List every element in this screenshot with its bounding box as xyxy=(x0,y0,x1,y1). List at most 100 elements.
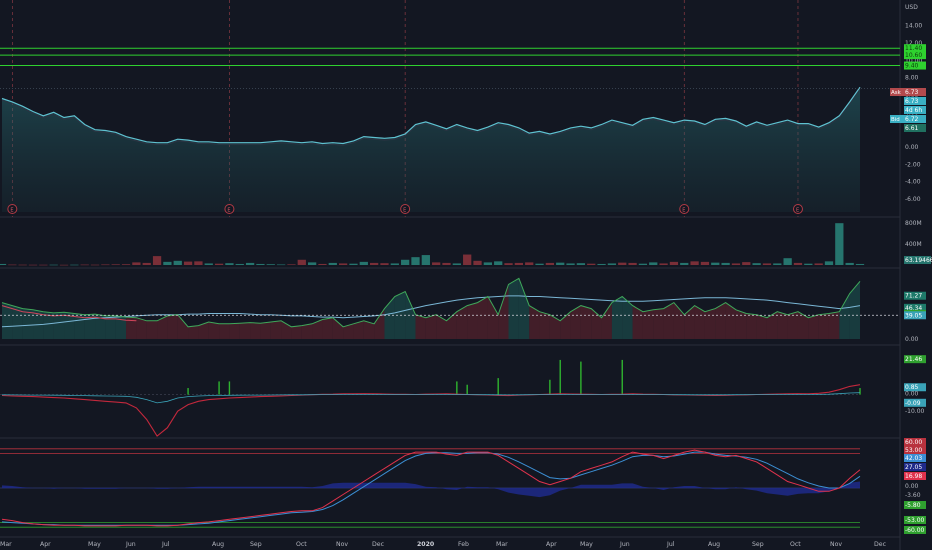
earnings-marker: E xyxy=(224,204,235,214)
volume-bar xyxy=(28,264,38,266)
earnings-marker-label: E xyxy=(796,208,799,214)
oscillator-fill xyxy=(808,314,819,339)
volume-bar xyxy=(814,263,823,265)
level-label: 9.40 xyxy=(905,63,919,70)
time-tick: Sep xyxy=(752,541,764,548)
volume-bar xyxy=(142,262,151,265)
volume-bar xyxy=(39,264,48,266)
volume-bar xyxy=(700,261,710,265)
macd-tick: -5.80 xyxy=(905,502,921,509)
volume-bar xyxy=(587,263,596,265)
volume-bar xyxy=(483,262,492,265)
volume-bar xyxy=(163,261,172,265)
price-badge-name: Ask xyxy=(891,90,902,96)
volume-bar xyxy=(8,264,17,266)
macd-tick: 60.00 xyxy=(905,439,922,446)
oscillator-fill xyxy=(746,313,757,339)
volume-bar xyxy=(535,263,544,265)
volume-tick: 800M xyxy=(905,220,922,227)
oscillator-tick: 39.05 xyxy=(905,312,922,319)
volume-bar xyxy=(173,260,182,265)
time-tick: Aug xyxy=(212,541,224,548)
volume-bar xyxy=(576,263,586,265)
oscillator-fill xyxy=(146,320,158,339)
volume-bar xyxy=(556,262,565,265)
price-badge-value: 6.73 xyxy=(905,89,919,96)
volume-bar xyxy=(266,264,275,265)
volume-bar xyxy=(411,257,420,265)
oscillator-fill xyxy=(425,314,437,339)
oscillator-fill xyxy=(777,311,788,339)
momentum-tick: 0.00 xyxy=(905,391,919,398)
volume-bar xyxy=(101,264,110,266)
volume-bar xyxy=(90,264,100,266)
volume-bar xyxy=(297,259,306,265)
volume-bar xyxy=(432,262,441,265)
oscillator-fill xyxy=(611,296,623,339)
volume-bar xyxy=(669,261,679,265)
volume-bar xyxy=(18,264,27,266)
oscillator-fill xyxy=(539,311,550,339)
time-tick: Nov xyxy=(830,541,842,548)
volume-bar xyxy=(607,263,617,265)
price-badge: Bid 6.72 xyxy=(890,115,926,123)
volume-bar xyxy=(773,263,782,265)
volume-bar xyxy=(80,264,89,266)
macd-tick: -3.60 xyxy=(905,492,921,499)
oscillator-fill xyxy=(167,314,178,339)
volume-bar xyxy=(318,263,327,265)
price-tick: 8.00 xyxy=(905,75,919,82)
macd-tick: 42.03 xyxy=(905,455,922,462)
volume-tick: 400M xyxy=(905,241,922,248)
price-badge: Ask 6.73 xyxy=(890,88,926,96)
oscillator-fill xyxy=(291,325,302,339)
volume-bar xyxy=(214,263,224,265)
volume-bar xyxy=(504,263,513,265)
volume-bar xyxy=(235,263,244,265)
price-tick: 0.00 xyxy=(905,144,919,151)
time-tick: Apr xyxy=(40,541,51,548)
oscillator-tick: 71.27 xyxy=(905,293,922,300)
volume-bar xyxy=(194,261,203,265)
volume-bar xyxy=(245,262,255,265)
price-tick: -6.00 xyxy=(905,196,921,203)
volume-last: 63.19466 xyxy=(905,257,932,264)
chart-background xyxy=(0,0,932,550)
volume-bar xyxy=(545,262,555,265)
time-tick: Jul xyxy=(161,541,170,548)
volume-bar xyxy=(845,262,854,265)
volume-bar xyxy=(380,263,389,265)
volume-bar xyxy=(370,262,379,265)
time-tick: Jun xyxy=(125,541,136,548)
time-tick: May xyxy=(88,541,101,548)
volume-bar xyxy=(307,262,317,265)
volume-bar xyxy=(597,263,606,265)
volume-bar xyxy=(659,263,668,265)
time-tick: Jul xyxy=(666,541,675,548)
price-badge-value: 6.73 xyxy=(905,98,919,105)
volume-bar xyxy=(421,255,430,265)
stock-chart[interactable]: EEEEEEE USD14.0012.0010.008.006.004.002.… xyxy=(0,0,932,550)
oscillator-fill xyxy=(787,311,798,339)
earnings-marker-label: E xyxy=(403,208,406,214)
oscillator-fill xyxy=(704,308,716,339)
volume-bar xyxy=(514,262,524,265)
price-badge-value: 4d 6h xyxy=(905,107,922,114)
volume-bar xyxy=(721,262,730,265)
volume-bar xyxy=(638,263,648,265)
volume-bar xyxy=(804,263,813,265)
earnings-marker: E xyxy=(400,204,411,214)
oscillator-fill xyxy=(477,296,488,339)
volume-bar xyxy=(752,263,761,265)
volume-bar xyxy=(390,263,399,265)
volume-bar xyxy=(855,263,865,265)
volume-bar xyxy=(132,262,141,265)
earnings-marker: E xyxy=(679,204,690,214)
oscillator-fill xyxy=(818,313,829,339)
macd-tick: 27.05 xyxy=(905,464,922,471)
volume-bar xyxy=(690,261,699,265)
volume-bar xyxy=(793,262,803,265)
volume-bar xyxy=(463,254,472,265)
price-tick: 14.00 xyxy=(905,23,922,30)
oscillator-fill xyxy=(580,305,592,339)
